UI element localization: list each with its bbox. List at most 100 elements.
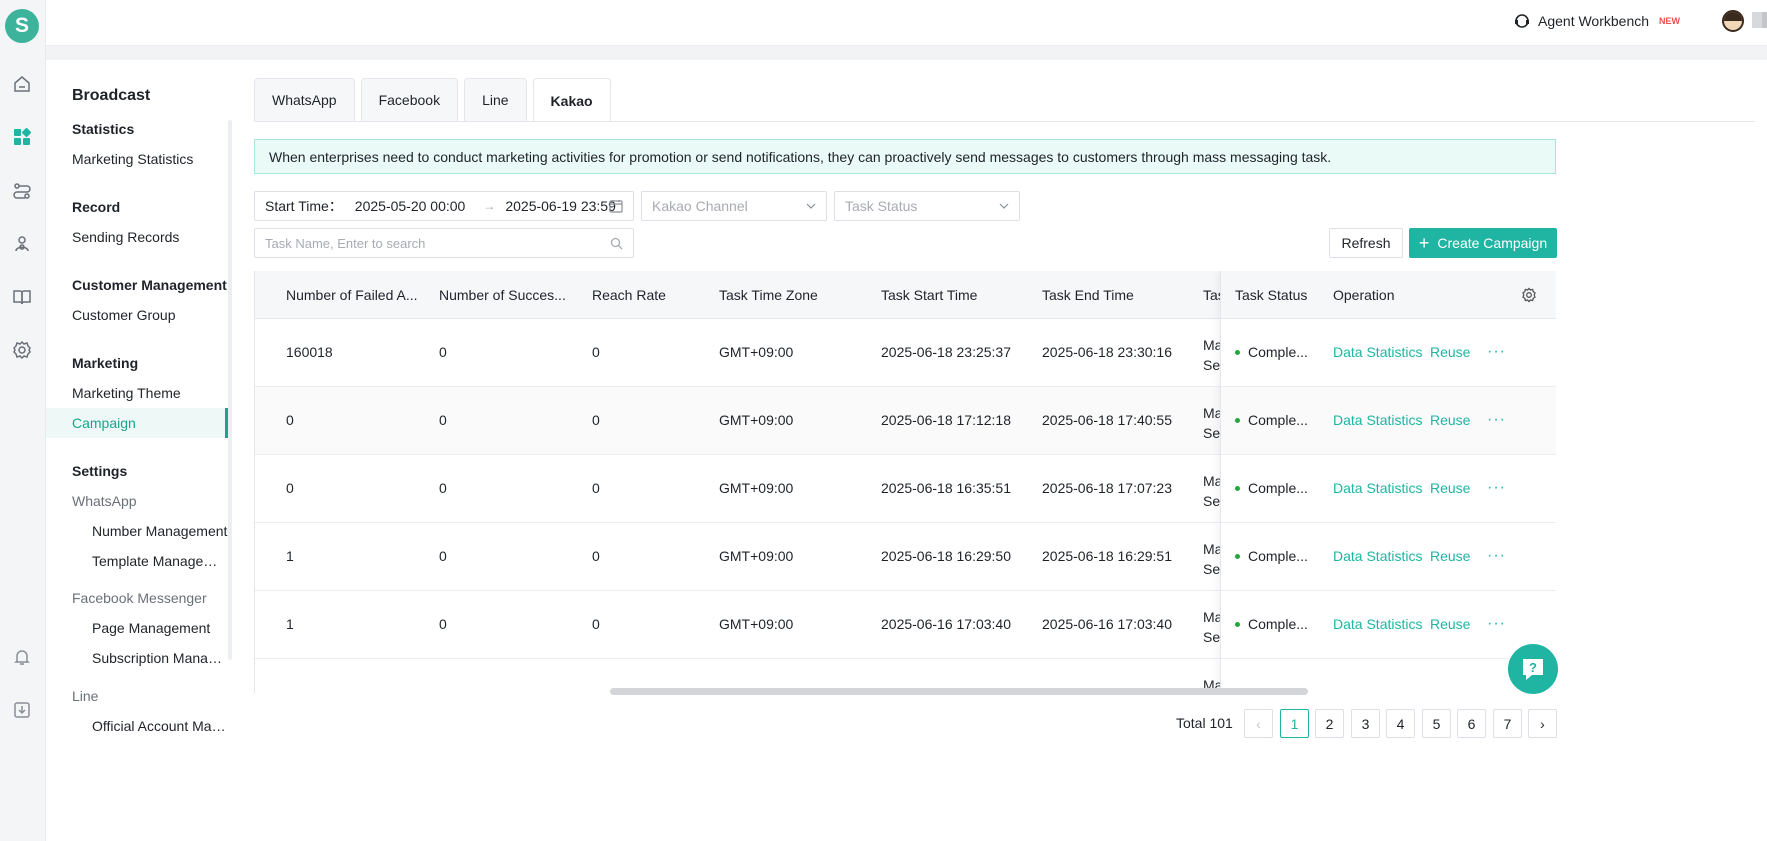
section-customer-management: Customer Management: [72, 277, 227, 293]
col-operation: Operation: [1333, 287, 1395, 303]
sidebar-item-subscription-management[interactable]: Subscription Manage...: [92, 650, 228, 666]
cell-end-time: 2025-06-18 23:30:16: [1042, 344, 1172, 360]
tab-facebook[interactable]: Facebook: [360, 78, 459, 121]
help-chat-button[interactable]: ?: [1508, 644, 1558, 694]
column-settings-icon[interactable]: [1521, 287, 1537, 303]
group-whatsapp[interactable]: WhatsApp: [72, 493, 137, 509]
cell-reach: 0: [592, 344, 600, 360]
cell-time-zone: GMT+09:00: [719, 412, 794, 428]
task-search-input[interactable]: Task Name, Enter to search: [254, 228, 634, 258]
sidebar-item-number-management[interactable]: Number Management: [92, 523, 228, 539]
cell-clipped-line-1: Ma: [1203, 609, 1221, 625]
page-5-button[interactable]: 5: [1422, 709, 1451, 738]
more-icon[interactable]: ···: [1487, 411, 1506, 429]
col-clipped: Tas: [1203, 287, 1220, 303]
fixed-row[interactable]: Comple... Data Statistics Reuse ···: [1221, 387, 1556, 455]
new-badge: NEW: [1659, 16, 1681, 26]
page-1-button[interactable]: 1: [1280, 709, 1309, 738]
reuse-link[interactable]: Reuse: [1430, 616, 1470, 632]
home-icon[interactable]: [10, 72, 34, 96]
fixed-row[interactable]: Comple... Data Statistics Reuse ···: [1221, 319, 1556, 387]
page-2-button[interactable]: 2: [1315, 709, 1344, 738]
more-icon[interactable]: ···: [1487, 343, 1506, 361]
task-status-select[interactable]: Task Status: [834, 191, 1020, 221]
create-campaign-button[interactable]: + Create Campaign: [1409, 228, 1557, 258]
data-statistics-link[interactable]: Data Statistics: [1333, 480, 1422, 496]
cell-clipped: Ma Ser: [1203, 471, 1221, 511]
user-avatar[interactable]: [1722, 10, 1744, 32]
reuse-link[interactable]: Reuse: [1430, 412, 1470, 428]
sidebar-item-page-management[interactable]: Page Management: [92, 620, 228, 636]
page-7-button[interactable]: 7: [1493, 709, 1522, 738]
reuse-link[interactable]: Reuse: [1430, 548, 1470, 564]
sidebar-item-template-management[interactable]: Template Management: [92, 553, 228, 569]
prev-page-button[interactable]: ‹: [1244, 709, 1273, 738]
data-statistics-link[interactable]: Data Statistics: [1333, 548, 1422, 564]
cell-time-zone: GMT+09:00: [719, 616, 794, 632]
sidebar-item-marketing-statistics[interactable]: Marketing Statistics: [72, 151, 193, 167]
col-start-time: Task Start Time: [881, 287, 978, 303]
status-cell: Comple...: [1235, 480, 1308, 496]
page-4-button[interactable]: 4: [1386, 709, 1415, 738]
contacts-icon[interactable]: [10, 232, 34, 256]
total-count: Total 101: [1176, 715, 1233, 731]
kakao-channel-select[interactable]: Kakao Channel: [641, 191, 827, 221]
icon-rail: S: [0, 0, 46, 841]
bell-icon[interactable]: [10, 645, 34, 669]
download-icon[interactable]: [10, 698, 34, 722]
tabs-divider: [254, 121, 1755, 122]
sidebar-item-marketing-theme[interactable]: Marketing Theme: [72, 385, 181, 401]
settings-icon[interactable]: [10, 338, 34, 362]
cell-reach: 0: [592, 616, 600, 632]
cell-clipped: Ma Ser: [1203, 607, 1221, 647]
headset-icon: [1515, 14, 1529, 28]
more-icon[interactable]: ···: [1487, 479, 1506, 497]
cell-failed: 160018: [286, 344, 333, 360]
status-text: Comple...: [1248, 616, 1308, 632]
cell-end-time: 2025-06-18 16:29:51: [1042, 548, 1172, 564]
reuse-link[interactable]: Reuse: [1430, 344, 1470, 360]
cell-clipped-line-2: Ser: [1203, 425, 1221, 441]
dashboard-icon[interactable]: [10, 125, 34, 149]
range-end-value[interactable]: 2025-06-19 23:59: [505, 198, 616, 214]
app-logo[interactable]: S: [5, 9, 39, 43]
fixed-row[interactable]: Comple... Data Statistics Reuse ···: [1221, 523, 1556, 591]
page-3-button[interactable]: 3: [1351, 709, 1380, 738]
fixed-row[interactable]: Comple... Data Statistics Reuse ···: [1221, 455, 1556, 523]
range-start-value[interactable]: 2025-05-20 00:00: [355, 198, 466, 214]
reuse-link[interactable]: Reuse: [1430, 480, 1470, 496]
data-statistics-link[interactable]: Data Statistics: [1333, 412, 1422, 428]
search-icon[interactable]: [610, 237, 623, 250]
section-settings: Settings: [72, 463, 128, 479]
refresh-button[interactable]: Refresh: [1329, 228, 1403, 258]
data-statistics-link[interactable]: Data Statistics: [1333, 616, 1422, 632]
sidebar-item-campaign[interactable]: Campaign: [72, 415, 136, 431]
fixed-row[interactable]: Comple... Data Statistics Reuse ···: [1221, 591, 1556, 659]
sidebar-item-sending-records[interactable]: Sending Records: [72, 229, 179, 245]
cell-clipped: Ma Ser: [1203, 335, 1221, 375]
page-6-button[interactable]: 6: [1457, 709, 1486, 738]
group-line[interactable]: Line: [72, 688, 98, 704]
book-icon[interactable]: [10, 285, 34, 309]
user-name-redacted[interactable]: [1752, 12, 1767, 28]
start-time-range-picker[interactable]: Start Time： 2025-05-20 00:00 → 2025-06-1…: [254, 191, 634, 221]
route-icon[interactable]: [10, 179, 34, 203]
tab-whatsapp[interactable]: WhatsApp: [254, 78, 355, 121]
more-icon[interactable]: ···: [1487, 547, 1506, 565]
agent-workbench-link[interactable]: Agent Workbench NEW: [1514, 13, 1680, 29]
data-statistics-link[interactable]: Data Statistics: [1333, 344, 1422, 360]
calendar-icon[interactable]: [609, 199, 623, 213]
tab-line[interactable]: Line: [464, 78, 527, 121]
next-page-button[interactable]: ›: [1528, 709, 1557, 738]
table-horizontal-scrollbar[interactable]: [610, 688, 1308, 695]
cell-time-zone: GMT+09:00: [719, 344, 794, 360]
more-icon[interactable]: ···: [1487, 615, 1506, 633]
sidebar-item-customer-group[interactable]: Customer Group: [72, 307, 175, 323]
start-time-label: Start Time：: [265, 198, 343, 214]
plus-icon: +: [1418, 233, 1430, 253]
tab-kakao[interactable]: Kakao: [532, 78, 611, 122]
info-notice: When enterprises need to conduct marketi…: [254, 139, 1556, 174]
sidebar-item-official-account[interactable]: Official Account Man...: [92, 718, 228, 734]
cell-clipped-line-2: Ser: [1203, 357, 1221, 373]
group-facebook-messenger[interactable]: Facebook Messenger: [72, 590, 207, 606]
